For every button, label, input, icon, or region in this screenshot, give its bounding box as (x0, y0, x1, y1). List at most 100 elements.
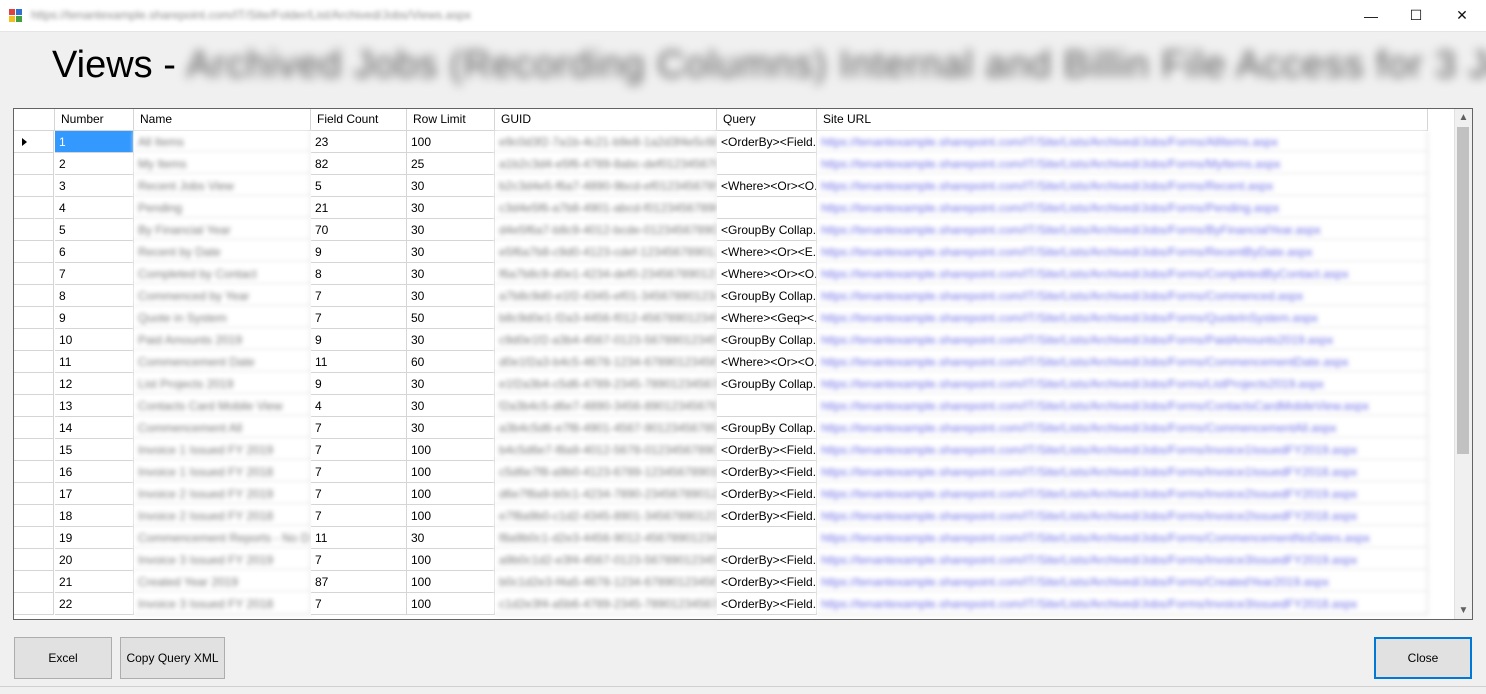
table-row[interactable]: 13 Contacts Card Mobile View 4 30 f2a3b4c5-d… (14, 395, 1428, 417)
cell-number[interactable]: 8 (55, 285, 134, 307)
cell-name[interactable]: Pending (134, 197, 311, 219)
row-header[interactable] (14, 285, 54, 307)
cell-field-count[interactable]: 7 (311, 285, 407, 307)
cell-name[interactable]: Commencement Reports - No Dates (134, 527, 311, 549)
cell-number[interactable]: 16 (55, 461, 134, 483)
cell-name[interactable]: My Items (134, 153, 311, 175)
col-header-guid[interactable]: GUID (495, 109, 717, 130)
cell-field-count[interactable]: 21 (311, 197, 407, 219)
cell-guid[interactable]: f8a9b0c1-d2e3-4456-9012-456789012345 (495, 527, 717, 549)
cell-row-limit[interactable]: 30 (407, 197, 495, 219)
cell-guid[interactable]: e5f6a7b8-c9d0-4123-cdef-123456789012 (495, 241, 717, 263)
cell-query[interactable]: <Where><Or><O... (717, 351, 817, 373)
cell-query[interactable]: <GroupBy Collap... (717, 417, 817, 439)
row-header[interactable] (14, 439, 54, 461)
cell-name[interactable]: Recent by Date (134, 241, 311, 263)
cell-field-count[interactable]: 7 (311, 307, 407, 329)
cell-query[interactable]: <GroupBy Collap... (717, 219, 817, 241)
cell-query[interactable]: <Where><Or><O... (717, 175, 817, 197)
cell-site-url[interactable]: https://tenantexample.sharepoint.com/IT/… (817, 439, 1428, 461)
cell-number[interactable]: 13 (55, 395, 134, 417)
cell-guid[interactable]: c3d4e5f6-a7b8-4901-abcd-f01234567890 (495, 197, 717, 219)
cell-site-url[interactable]: https://tenantexample.sharepoint.com/IT/… (817, 175, 1428, 197)
row-header[interactable] (14, 571, 54, 593)
cell-guid[interactable]: b8c9d0e1-f2a3-4456-f012-456789012345 (495, 307, 717, 329)
table-row[interactable]: 5 By Financial Year 70 30 d4e5f6a7-b8c9-4012… (14, 219, 1428, 241)
cell-number[interactable]: 17 (55, 483, 134, 505)
cell-name[interactable]: Quote in System (134, 307, 311, 329)
cell-row-limit[interactable]: 30 (407, 329, 495, 351)
cell-field-count[interactable]: 7 (311, 549, 407, 571)
cell-number[interactable]: 9 (55, 307, 134, 329)
cell-query[interactable]: <Where><Geq><... (717, 307, 817, 329)
cell-guid[interactable]: b2c3d4e5-f6a7-4890-9bcd-ef0123456789 (495, 175, 717, 197)
cell-field-count[interactable]: 70 (311, 219, 407, 241)
cell-query[interactable]: <OrderBy><Field... (717, 549, 817, 571)
cell-site-url[interactable]: https://tenantexample.sharepoint.com/IT/… (817, 395, 1428, 417)
table-row[interactable]: 16 Invoice 1 Issued FY 2018 7 100 c5d6e7f8-a… (14, 461, 1428, 483)
table-row[interactable]: 21 Created Year 2019 87 100 b0c1d2e3-f4a5-46… (14, 571, 1428, 593)
cell-number[interactable]: 7 (55, 263, 134, 285)
cell-row-limit[interactable]: 30 (407, 175, 495, 197)
cell-guid[interactable]: a7b8c9d0-e1f2-4345-ef01-345678901234 (495, 285, 717, 307)
cell-guid[interactable]: b0c1d2e3-f4a5-4678-1234-678901234567 (495, 571, 717, 593)
table-row[interactable]: 2 My Items 82 25 a1b2c3d4-e5f6-4789-8abc-def… (14, 153, 1428, 175)
cell-field-count[interactable]: 9 (311, 241, 407, 263)
cell-site-url[interactable]: https://tenantexample.sharepoint.com/IT/… (817, 527, 1428, 549)
row-header[interactable] (14, 329, 54, 351)
cell-number[interactable]: 11 (55, 351, 134, 373)
table-row[interactable]: 18 Invoice 2 Issued FY 2018 7 100 e7f8a9b0-c… (14, 505, 1428, 527)
cell-name[interactable]: By Financial Year (134, 219, 311, 241)
cell-field-count[interactable]: 87 (311, 571, 407, 593)
cell-site-url[interactable]: https://tenantexample.sharepoint.com/IT/… (817, 263, 1428, 285)
cell-row-limit[interactable]: 30 (407, 373, 495, 395)
cell-number[interactable]: 12 (55, 373, 134, 395)
cell-guid[interactable]: d6e7f8a9-b0c1-4234-7890-234567890123 (495, 483, 717, 505)
row-header[interactable] (14, 527, 54, 549)
cell-site-url[interactable]: https://tenantexample.sharepoint.com/IT/… (817, 593, 1428, 615)
row-header[interactable] (14, 505, 54, 527)
col-header-number[interactable]: Number (55, 109, 134, 130)
cell-field-count[interactable]: 7 (311, 483, 407, 505)
cell-query[interactable]: <OrderBy><Field... (717, 505, 817, 527)
cell-query[interactable] (717, 527, 817, 549)
table-row[interactable]: 12 List Projects 2019 9 30 e1f2a3b4-c5d6-478… (14, 373, 1428, 395)
cell-site-url[interactable]: https://tenantexample.sharepoint.com/IT/… (817, 483, 1428, 505)
cell-query[interactable] (717, 197, 817, 219)
cell-field-count[interactable]: 7 (311, 439, 407, 461)
cell-name[interactable]: Invoice 2 Issued FY 2019 (134, 483, 311, 505)
row-header[interactable] (14, 219, 54, 241)
cell-row-limit[interactable]: 30 (407, 417, 495, 439)
scroll-thumb[interactable] (1457, 127, 1469, 454)
table-row[interactable]: 17 Invoice 2 Issued FY 2019 7 100 d6e7f8a9-b… (14, 483, 1428, 505)
close-window-button[interactable]: ✕ (1439, 0, 1485, 31)
table-row[interactable]: 1 All Items 23 100 e9c0d3f2-7a1b-4c21-b9e8-1… (14, 131, 1428, 153)
cell-site-url[interactable]: https://tenantexample.sharepoint.com/IT/… (817, 153, 1428, 175)
cell-row-limit[interactable]: 100 (407, 131, 495, 153)
cell-guid[interactable]: c9d0e1f2-a3b4-4567-0123-567890123456 (495, 329, 717, 351)
cell-query[interactable]: <GroupBy Collap... (717, 285, 817, 307)
table-row[interactable]: 6 Recent by Date 9 30 e5f6a7b8-c9d0-4123-cde… (14, 241, 1428, 263)
minimize-button[interactable]: — (1348, 0, 1394, 31)
table-row[interactable]: 4 Pending 21 30 c3d4e5f6-a7b8-4901-abcd-f012… (14, 197, 1428, 219)
table-row[interactable]: 20 Invoice 3 Issued FY 2019 7 100 a9b0c1d2-e… (14, 549, 1428, 571)
views-grid[interactable]: Number Name Field Count Row Limit GUID Q… (13, 108, 1473, 620)
cell-number[interactable]: 5 (55, 219, 134, 241)
cell-row-limit[interactable]: 30 (407, 263, 495, 285)
row-header[interactable] (14, 351, 54, 373)
row-header[interactable] (14, 263, 54, 285)
cell-site-url[interactable]: https://tenantexample.sharepoint.com/IT/… (817, 219, 1428, 241)
cell-number[interactable]: 6 (55, 241, 134, 263)
table-row[interactable]: 11 Commencement Date 11 60 d0e1f2a3-b4c5-467… (14, 351, 1428, 373)
cell-site-url[interactable]: https://tenantexample.sharepoint.com/IT/… (817, 131, 1428, 153)
cell-name[interactable]: Commenced by Year (134, 285, 311, 307)
cell-name[interactable]: List Projects 2019 (134, 373, 311, 395)
cell-query[interactable]: <OrderBy><Field... (717, 571, 817, 593)
cell-name[interactable]: Invoice 1 Issued FY 2018 (134, 461, 311, 483)
cell-row-limit[interactable]: 30 (407, 527, 495, 549)
cell-row-limit[interactable]: 30 (407, 241, 495, 263)
cell-guid[interactable]: b4c5d6e7-f8a9-4012-5678-012345678901 (495, 439, 717, 461)
table-row[interactable]: 14 Commencement All 7 30 a3b4c5d6-e7f8-4901-… (14, 417, 1428, 439)
cell-row-limit[interactable]: 30 (407, 219, 495, 241)
cell-query[interactable]: <OrderBy><Field... (717, 483, 817, 505)
